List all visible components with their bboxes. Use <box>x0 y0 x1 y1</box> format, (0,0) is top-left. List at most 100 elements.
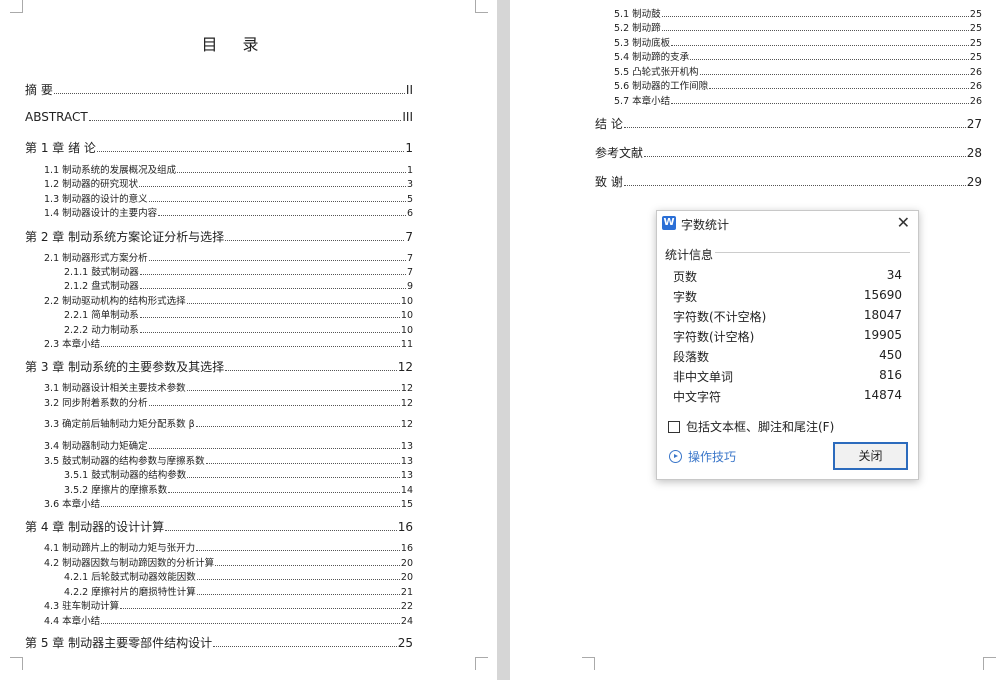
toc-page-number: 9 <box>406 281 413 292</box>
toc-page-number: 1 <box>406 165 413 176</box>
toc-entry[interactable]: 5.6 制动器的工作间隙 26 <box>614 78 982 92</box>
toc-entry[interactable]: 5.5 凸轮式张开机构 26 <box>614 64 982 78</box>
toc-leader-dots <box>120 608 400 609</box>
toc-entry[interactable]: 第 5 章 制动器主要零部件结构设计 25 <box>25 634 413 651</box>
toc-entry[interactable]: 1.2 制动器的研究现状 3 <box>44 176 413 190</box>
toc-entry[interactable]: 4.1 制动蹄片上的制动力矩与张开力 16 <box>44 540 413 554</box>
toc-entry[interactable]: ABSTRACT III <box>25 110 413 124</box>
toc-entry[interactable]: 参考文献 28 <box>595 144 982 161</box>
toc-leader-dots <box>205 463 400 464</box>
toc-entry[interactable]: 3.2 同步附着系数的分析 12 <box>44 395 413 409</box>
toc-page-number: 13 <box>400 470 413 481</box>
toc-entry[interactable]: 1.4 制动器设计的主要内容 6 <box>44 205 413 219</box>
toc-leader-dots <box>225 370 397 371</box>
stat-row-pages: 页数 34 <box>673 268 902 285</box>
toc-entry[interactable]: 3.5.2 摩擦片的摩擦系数 14 <box>64 482 413 496</box>
stat-value: 450 <box>879 348 902 362</box>
toc-entry[interactable]: 摘 要 II <box>25 81 413 98</box>
toc-entry[interactable]: 3.6 本章小结 15 <box>44 496 413 510</box>
tips-link[interactable]: 操作技巧 <box>669 448 736 465</box>
toc-leader-dots <box>225 240 405 241</box>
toc-entry[interactable]: 3.1 制动器设计相关主要技术参数 12 <box>44 380 413 394</box>
toc-entry[interactable]: 5.1 制动鼓 25 <box>614 6 982 20</box>
toc-entry-title: 3.5.1 鼓式制动器的结构参数 <box>64 470 187 481</box>
toc-entry[interactable]: 2.2.2 动力制动系 10 <box>64 322 413 336</box>
toc-page-number: 7 <box>406 253 413 264</box>
tips-label[interactable]: 操作技巧 <box>688 448 736 465</box>
toc-entry[interactable]: 5.2 制动蹄 25 <box>614 20 982 34</box>
include-textboxes-checkbox[interactable]: 包括文本框、脚注和尾注(F) <box>668 418 834 435</box>
close-icon[interactable]: ✕ <box>897 213 910 232</box>
toc-entry[interactable]: 5.4 制动蹄的支承 25 <box>614 49 982 63</box>
toc-page-number: 12 <box>400 383 413 394</box>
toc-entry[interactable]: 第 1 章 绪 论 1 <box>25 139 413 156</box>
toc-leader-dots <box>709 88 969 89</box>
dialog-title: 字数统计 <box>681 218 730 232</box>
toc-leader-dots <box>88 120 402 121</box>
toc-leader-dots <box>671 45 969 46</box>
toc-entry[interactable]: 1.1 制动系统的发展概况及组成 1 <box>44 162 413 176</box>
toc-entry[interactable]: 结 论 27 <box>595 115 982 132</box>
toc-leader-dots <box>623 185 966 186</box>
toc-entry[interactable]: 第 4 章 制动器的设计计算 16 <box>25 518 413 535</box>
toc-entry[interactable]: 4.2.2 摩擦衬片的磨损特性计算 21 <box>64 584 413 598</box>
toc-entry-title: 1.2 制动器的研究现状 <box>44 179 139 190</box>
toc-leader-dots <box>139 274 406 275</box>
toc-entry-title: ABSTRACT <box>25 110 88 124</box>
wps-logo-icon: W <box>662 216 676 230</box>
toc-entry[interactable]: 2.2 制动驱动机构的结构形式选择 10 <box>44 293 413 307</box>
toc-leader-dots <box>139 186 406 187</box>
toc-entry[interactable]: 第 2 章 制动系统方案论证分析与选择 7 <box>25 228 413 245</box>
toc-leader-dots <box>196 550 400 551</box>
toc-page-number: 12 <box>400 398 413 409</box>
toc-entry-title: 2.2.1 简单制动系 <box>64 310 139 321</box>
toc-entry[interactable]: 2.1 制动器形式方案分析 7 <box>44 250 413 264</box>
close-button[interactable]: 关闭 <box>833 442 908 470</box>
toc-entry[interactable]: 4.2 制动器因数与制动蹄因数的分析计算 20 <box>44 555 413 569</box>
toc-entry[interactable]: 4.2.1 后轮鼓式制动器效能因数 20 <box>64 569 413 583</box>
toc-entry-title: 1.3 制动器的设计的意义 <box>44 194 148 205</box>
checkbox-box[interactable] <box>668 420 680 433</box>
toc-entry-title: 第 1 章 绪 论 <box>25 141 96 155</box>
toc-entry-title: 摘 要 <box>25 83 53 97</box>
toc-entry[interactable]: 2.2.1 简单制动系 10 <box>64 307 413 321</box>
page-corner-mark <box>10 0 23 13</box>
toc-entry-title: 2.3 本章小结 <box>44 339 101 350</box>
toc-leader-dots <box>148 405 400 406</box>
toc-entry[interactable]: 2.3 本章小结 11 <box>44 336 413 350</box>
toc-entry[interactable]: 3.4 制动器制动力矩确定 13 <box>44 438 413 452</box>
toc-leader-dots <box>168 492 400 493</box>
toc-entry-title: 参考文献 <box>595 146 644 160</box>
toc-entry[interactable]: 3.5.1 鼓式制动器的结构参数 13 <box>64 467 413 481</box>
toc-entry-title: 第 3 章 制动系统的主要参数及其选择 <box>25 360 225 374</box>
toc-entry[interactable]: 致 谢 29 <box>595 173 982 190</box>
toc-entry-title: 4.2.2 摩擦衬片的磨损特性计算 <box>64 587 196 598</box>
toc-entry[interactable]: 5.3 制动底板 25 <box>614 35 982 49</box>
page-corner-mark <box>582 657 595 670</box>
toc-entry-title: 5.7 本章小结 <box>614 96 671 107</box>
stat-row-chars-no-spaces: 字符数(不计空格) 18047 <box>673 308 902 325</box>
toc-entry[interactable]: 1.3 制动器的设计的意义 5 <box>44 191 413 205</box>
toc-page-number: 21 <box>400 587 413 598</box>
toc-entry-title: 4.1 制动蹄片上的制动力矩与张开力 <box>44 543 196 554</box>
toc-leader-dots <box>96 151 405 152</box>
toc-leader-dots <box>690 59 969 60</box>
toc-entry-title: 3.2 同步附着系数的分析 <box>44 398 148 409</box>
toc-entry[interactable]: 4.3 驻车制动计算 22 <box>44 598 413 612</box>
toc-page-number: 15 <box>400 499 413 510</box>
toc-entry-title: 3.5.2 摩擦片的摩擦系数 <box>64 485 168 496</box>
toc-entry-title: 5.1 制动鼓 <box>614 9 661 20</box>
toc-leader-dots <box>165 530 397 531</box>
toc-entry[interactable]: 4.4 本章小结 24 <box>44 613 413 627</box>
toc-entry[interactable]: 3.5 鼓式制动器的结构参数与摩擦系数 13 <box>44 453 413 467</box>
toc-entry[interactable]: 5.7 本章小结 26 <box>614 93 982 107</box>
toc-entry[interactable]: 2.1.2 盘式制动器 9 <box>64 278 413 292</box>
toc-entry[interactable]: 3.3 确定前后轴制动力矩分配系数 β 12 <box>44 416 413 430</box>
toc-entry[interactable]: 第 3 章 制动系统的主要参数及其选择 12 <box>25 358 413 375</box>
toc-page-number: III <box>402 110 413 124</box>
toc-leader-dots <box>177 172 406 173</box>
toc-leader-dots <box>101 506 400 507</box>
toc-leader-dots <box>213 646 397 647</box>
toc-entry[interactable]: 2.1.1 鼓式制动器 7 <box>64 264 413 278</box>
toc-leader-dots <box>187 477 400 478</box>
